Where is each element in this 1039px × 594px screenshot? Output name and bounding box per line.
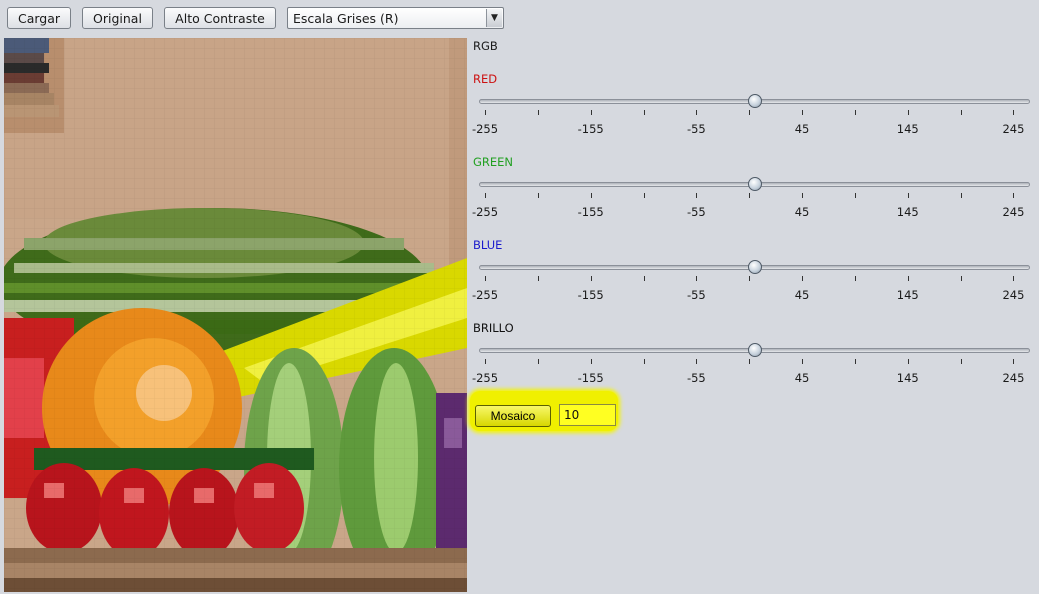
green-label: GREEN (473, 155, 514, 169)
slider-tick (960, 276, 962, 281)
slider-tick-label: 245 (1002, 371, 1025, 385)
slider-tick (485, 110, 486, 115)
slider-tick-label: 145 (896, 205, 919, 219)
slider-tick (854, 359, 856, 364)
red-slider-tick-labels: -255 -155 -55 45 145 245 (469, 122, 1039, 136)
slider-tick (907, 276, 909, 281)
slider-tick (960, 359, 962, 364)
slider-tick-label: -255 (471, 205, 499, 219)
slider-tick (907, 110, 909, 115)
green-slider-thumb[interactable] (747, 177, 762, 191)
slider-tick (1013, 276, 1015, 281)
slider-tick (802, 359, 804, 364)
slider-tick-label: 45 (794, 288, 810, 302)
red-label: RED (473, 72, 498, 86)
mosaic-highlight: Mosaico (470, 391, 618, 431)
slider-tick-label: -55 (686, 371, 706, 385)
slider-tick (802, 276, 804, 281)
slider-tick (907, 359, 909, 364)
red-slider-thumb[interactable] (747, 94, 762, 108)
chevron-down-icon[interactable]: ▼ (486, 9, 502, 27)
slider-tick-label: -55 (686, 288, 706, 302)
slider-tick (643, 276, 645, 281)
slider-tick (907, 193, 909, 198)
slider-tick-label: 45 (794, 205, 810, 219)
slider-tick-label: -255 (471, 122, 499, 136)
filter-select[interactable]: Escala Grises (R) ▼ (287, 7, 504, 29)
slider-tick-label: -255 (471, 288, 499, 302)
blue-slider-thumb[interactable] (747, 260, 762, 274)
brightness-slider-thumb[interactable] (747, 343, 762, 357)
slider-tick (960, 193, 962, 198)
blue-slider-ticks (479, 276, 1030, 282)
brightness-slider-ticks (479, 359, 1030, 365)
slider-tick-label: -155 (577, 205, 604, 219)
rgb-heading: RGB (473, 39, 498, 53)
slider-tick (749, 110, 751, 115)
slider-tick (696, 359, 698, 364)
slider-tick (854, 193, 856, 198)
slider-tick (590, 193, 592, 198)
slider-tick (749, 359, 751, 364)
blue-slider-tick-labels: -255 -155 -55 45 145 245 (469, 288, 1039, 302)
slider-tick (802, 193, 804, 198)
slider-tick (854, 110, 856, 115)
slider-tick-label: 245 (1002, 122, 1025, 136)
slider-tick-label: 145 (896, 371, 919, 385)
slider-tick (749, 276, 751, 281)
mosaic-size-input[interactable] (559, 404, 616, 426)
slider-tick-label: 245 (1002, 288, 1025, 302)
high-contrast-button[interactable]: Alto Contraste (164, 7, 276, 29)
slider-tick-label: -255 (471, 371, 499, 385)
brightness-label: BRILLO (473, 321, 514, 335)
slider-tick-label: 145 (896, 288, 919, 302)
slider-tick (696, 110, 698, 115)
original-button[interactable]: Original (82, 7, 153, 29)
slider-tick-label: -155 (577, 288, 604, 302)
slider-tick (537, 359, 539, 364)
slider-tick-label: 245 (1002, 205, 1025, 219)
slider-tick (590, 359, 592, 364)
slider-tick (696, 193, 698, 198)
slider-tick (537, 276, 539, 281)
image-canvas (4, 38, 467, 592)
slider-tick-label: -155 (577, 122, 604, 136)
slider-tick (590, 276, 592, 281)
blue-label: BLUE (473, 238, 503, 252)
slider-tick (485, 193, 486, 198)
brightness-slider-tick-labels: -255 -155 -55 45 145 245 (469, 371, 1039, 385)
pixelated-fruit-bowl-image (4, 38, 467, 592)
slider-tick (1013, 110, 1015, 115)
slider-tick (1013, 193, 1015, 198)
green-slider-ticks (479, 193, 1030, 199)
slider-tick (643, 193, 645, 198)
mosaic-button[interactable]: Mosaico (475, 405, 551, 427)
slider-tick-label: -55 (686, 205, 706, 219)
slider-tick (960, 110, 962, 115)
slider-tick-label: -55 (686, 122, 706, 136)
slider-tick (696, 276, 698, 281)
toolbar: Cargar Original Alto Contraste Escala Gr… (0, 0, 1039, 36)
red-slider-ticks (479, 110, 1030, 116)
slider-tick (802, 110, 804, 115)
slider-tick (643, 110, 645, 115)
slider-tick (485, 359, 486, 364)
slider-tick (854, 276, 856, 281)
load-button[interactable]: Cargar (7, 7, 71, 29)
slider-tick-label: 45 (794, 371, 810, 385)
adjustment-panel: RGB RED -255 -155 -55 45 145 245 GREEN -255 -1… (469, 36, 1039, 594)
slider-tick (749, 193, 751, 198)
slider-tick (1013, 359, 1015, 364)
slider-tick-label: -155 (577, 371, 604, 385)
slider-tick-label: 45 (794, 122, 810, 136)
slider-tick (537, 193, 539, 198)
filter-select-value: Escala Grises (R) (293, 10, 399, 26)
slider-tick (590, 110, 592, 115)
slider-tick-label: 145 (896, 122, 919, 136)
slider-tick (485, 276, 486, 281)
slider-tick (537, 110, 539, 115)
slider-tick (643, 359, 645, 364)
green-slider-tick-labels: -255 -155 -55 45 145 245 (469, 205, 1039, 219)
